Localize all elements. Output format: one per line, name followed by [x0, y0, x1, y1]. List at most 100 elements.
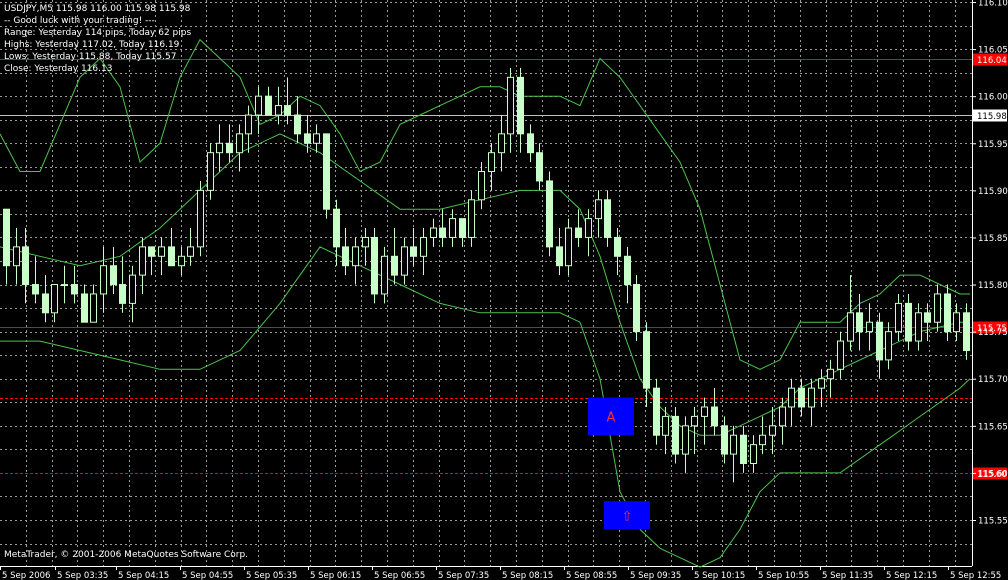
candle-bull: [275, 105, 282, 116]
candle-bull: [187, 246, 194, 257]
signal-markers[interactable]: A⇧: [588, 397, 650, 530]
price-axis[interactable]: 116.10 116.05 116.00 115.95 115.90 115.85 115.…: [972, 0, 1008, 527]
candle-bull: [401, 246, 408, 276]
candle-bull: [362, 236, 369, 248]
copyright-text: MetaTrader, © 2001-2006 MetaQuotes Softw…: [4, 550, 248, 560]
candle-bear: [42, 293, 49, 314]
candle-bear: [517, 76, 524, 135]
candle-bear: [323, 133, 330, 210]
time-axis[interactable]: 5 Sep 2006 5 Sep 03:35 5 Sep 04:15 5 Sep 04…: [0, 566, 1002, 580]
candle-bear: [905, 302, 912, 342]
candle-bull: [750, 444, 757, 464]
bollinger-bands: [0, 38, 971, 568]
candle-bull: [915, 312, 922, 342]
info-line-4: Lows: Yesterday 115.88, Today 115.57: [4, 52, 176, 62]
x-tick-label: 5 Sep 12:15: [886, 571, 937, 580]
x-tick-label: 5 Sep 08:15: [502, 571, 553, 580]
candle-bull: [51, 284, 58, 314]
y-tick-label: 116.05: [978, 46, 1008, 56]
x-tick-label: 5 Sep 04:15: [118, 571, 169, 580]
candle-bear: [342, 246, 349, 267]
x-tick-label: 5 Sep 05:35: [246, 571, 297, 580]
candle-bear: [711, 406, 718, 427]
candle-bear: [653, 387, 660, 436]
info-line-2: Range: Yesterday 114 pips, Today 62 pips: [4, 28, 191, 38]
candle-bull: [953, 312, 960, 333]
candle-bull: [827, 368, 834, 380]
y-tick-label: 115.90: [978, 187, 1008, 197]
candle-bear: [721, 425, 728, 455]
info-line-3: Highs: Yesterday 117.02, Today 116.19: [4, 40, 180, 50]
candle-bull: [236, 133, 243, 154]
y-tick-label: 115.70: [978, 375, 1008, 385]
candle-bear: [614, 236, 621, 257]
candle-bull: [885, 331, 892, 361]
candle-bull: [197, 189, 204, 248]
candle-bull: [895, 302, 902, 333]
candle-bull: [866, 321, 873, 333]
x-tick-label: 5 Sep 06:55: [374, 571, 425, 580]
candle-bear: [148, 246, 155, 257]
candle-bull: [662, 415, 669, 436]
candle-bear: [924, 312, 931, 323]
y-tick-label: 116.10: [978, 0, 1008, 9]
candle-bull: [139, 246, 146, 276]
y-tick-label: 115.95: [978, 140, 1008, 150]
candle-bull: [381, 255, 388, 295]
candle-bear: [410, 246, 417, 257]
candle-bull: [585, 218, 592, 238]
candle-bull: [837, 340, 844, 370]
candle-bear: [459, 218, 466, 238]
candle-bull: [769, 425, 776, 436]
chart-grid: [0, 0, 973, 567]
candle-bull: [178, 255, 185, 267]
candle-bull: [468, 199, 475, 238]
x-tick-label: 5 Sep 03:35: [57, 571, 108, 580]
y-tick-label: 116.00: [978, 93, 1008, 103]
signal-label: ⇧: [622, 509, 633, 524]
signal-label: A: [607, 410, 616, 425]
candle-bull: [808, 387, 815, 408]
info-panel: USDJPY,M5 115.98 116.00 115.98 115.98 --…: [4, 4, 191, 74]
candle-bull: [730, 434, 737, 455]
candle-bull: [818, 378, 825, 389]
x-tick-label: 5 Sep 10:15: [694, 571, 745, 580]
candle-bull: [847, 312, 854, 342]
y-tick-label: 115.80: [978, 281, 1008, 291]
price-chart[interactable]: 116.04115.98115.75115.60 A⇧ 116.10116.05…: [0, 0, 1008, 580]
candle-bull: [498, 133, 505, 154]
candle-bull: [779, 406, 786, 427]
x-tick-label: 5 Sep 09:35: [630, 571, 681, 580]
candle-bear: [22, 246, 29, 286]
candle-bear: [304, 133, 311, 144]
candle-bull: [158, 246, 165, 257]
x-tick-label: 5 Sep 11:35: [822, 571, 873, 580]
candle-bull: [595, 199, 602, 220]
candle-bear: [119, 284, 126, 304]
y-tick-label: 115.55: [978, 517, 1008, 527]
candle-bull: [682, 425, 689, 455]
candle-bear: [110, 265, 117, 286]
candle-bear: [876, 321, 883, 361]
candle-bear: [963, 312, 970, 351]
candle-bull: [255, 95, 262, 116]
y-tick-label: 115.85: [978, 234, 1008, 244]
candle-bull: [207, 152, 214, 191]
candle-bear: [575, 227, 582, 238]
candle-bull: [245, 114, 252, 135]
band-upper: [0, 38, 970, 370]
candle-bull: [478, 171, 485, 201]
candle-bull: [507, 76, 514, 135]
candle-bull: [129, 274, 136, 304]
x-tick-label: 5 Sep 10:55: [758, 571, 809, 580]
band-lower: [0, 246, 971, 568]
candles: [3, 67, 970, 483]
candle-bull: [691, 415, 698, 427]
candle-bull: [565, 227, 572, 267]
candle-bear: [3, 208, 10, 267]
candle-bear: [798, 387, 805, 408]
candle-bear: [71, 284, 78, 295]
x-tick-label: 5 Sep 06:15: [310, 571, 361, 580]
candle-bull: [352, 246, 359, 267]
candle-bear: [439, 227, 446, 238]
